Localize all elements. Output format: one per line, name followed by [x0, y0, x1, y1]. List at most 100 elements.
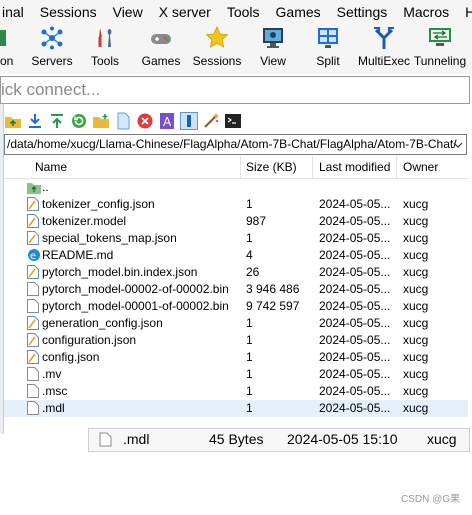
tooltip-owner: xucg: [427, 431, 457, 447]
remote-path-text: /data/home/xucg/Llama-Chinese/FlagAlpha/…: [7, 137, 457, 151]
svg-text:e: e: [30, 251, 36, 262]
cell-modified: 2024-05-05...: [319, 333, 391, 347]
table-row[interactable]: config.json 1 2024-05-05... xucg: [4, 349, 468, 366]
remote-path-field[interactable]: /data/home/xucg/Llama-Chinese/FlagAlpha/…: [4, 134, 467, 155]
table-body: .. tokenizer_config.json 1 2024-05-05... xuc…: [4, 179, 468, 417]
cell-modified: 2024-05-05...: [319, 282, 391, 296]
file-icon: [27, 367, 39, 381]
file-icon: [27, 401, 39, 415]
rename-icon[interactable]: A: [158, 112, 176, 130]
properties-icon[interactable]: [180, 112, 198, 130]
cell-size: 3 946 486: [246, 282, 300, 296]
toolbar-button-on[interactable]: on: [0, 24, 28, 74]
download-icon[interactable]: [26, 112, 44, 130]
cell-owner: xucg: [403, 282, 429, 296]
parent-folder-icon[interactable]: [4, 112, 22, 130]
table-row[interactable]: pytorch_model-00001-of-00002.bin 9 742 59…: [4, 298, 468, 315]
cell-modified: 2024-05-05...: [319, 197, 391, 211]
file-icon: [27, 316, 39, 330]
cell-size: 1: [246, 333, 253, 347]
cell-owner: xucg: [403, 401, 429, 415]
magic-wand-icon[interactable]: [202, 112, 220, 130]
menu-item-8[interactable]: Help: [457, 4, 472, 20]
cell-modified: 2024-05-05...: [319, 231, 391, 245]
cell-owner: xucg: [403, 384, 429, 398]
chevron-down-icon[interactable]: [450, 135, 466, 154]
new-file-icon[interactable]: [114, 112, 132, 130]
cell-size: 1: [246, 350, 253, 364]
cell-name: tokenizer.model: [42, 214, 127, 228]
file-icon: [99, 432, 112, 450]
menu-item-4[interactable]: Tools: [219, 4, 270, 20]
table-row[interactable]: e README.md 4 2024-05-05... xucg: [4, 247, 468, 264]
terminal-icon[interactable]: [224, 112, 242, 130]
servers-icon: [40, 26, 64, 50]
split-icon: [316, 26, 340, 50]
file-table: Name Size (KB) Last modified Owner .. tok…: [4, 156, 468, 417]
cell-name: ..: [42, 180, 49, 194]
column-header-size[interactable]: Size (KB): [246, 160, 297, 174]
table-row[interactable]: .mv 1 2024-05-05... xucg: [4, 366, 468, 383]
file-icon: [27, 265, 39, 279]
cell-size: 1: [246, 197, 253, 211]
menu-item-2[interactable]: View: [105, 4, 153, 20]
table-row[interactable]: pytorch_model.bin.index.json 26 2024-05-05…: [4, 264, 468, 281]
upload-icon[interactable]: [48, 112, 66, 130]
cell-name: pytorch_model-00001-of-00002.bin: [42, 299, 229, 313]
cell-size: 1: [246, 367, 253, 381]
table-row[interactable]: pytorch_model-00002-of-00002.bin 3 946 48…: [4, 281, 468, 298]
quick-connect-input[interactable]: ick connect...: [0, 76, 470, 104]
file-icon: [27, 282, 39, 296]
file-icon: [27, 350, 39, 364]
delete-icon[interactable]: [136, 112, 154, 130]
column-header-modified[interactable]: Last modified: [319, 160, 390, 174]
cell-owner: xucg: [403, 350, 429, 364]
cell-size: 1: [246, 384, 253, 398]
toolbar-button-label: View: [260, 54, 286, 68]
refresh-icon[interactable]: [70, 112, 88, 130]
toolbar-button-multiexec[interactable]: MultiExec: [356, 24, 412, 74]
table-row[interactable]: tokenizer.model 987 2024-05-05... xucg: [4, 213, 468, 230]
table-row[interactable]: configuration.json 1 2024-05-05... xucg: [4, 332, 468, 349]
new-folder-icon[interactable]: [92, 112, 110, 130]
menu-item-0[interactable]: inal: [0, 4, 34, 20]
cell-modified: 2024-05-05...: [319, 214, 391, 228]
cell-owner: xucg: [403, 333, 429, 347]
menu-item-5[interactable]: Games: [268, 4, 331, 20]
toolbar-button-view[interactable]: View: [246, 24, 300, 74]
menu-item-7[interactable]: Macros: [395, 4, 459, 20]
toolbar-button-tunneling[interactable]: Tunneling: [412, 24, 468, 74]
menu-bar: inal Sessions View X server Tools Games Settin…: [0, 0, 472, 24]
table-row[interactable]: .msc 1 2024-05-05... xucg: [4, 383, 468, 400]
tunnel-icon: [428, 26, 452, 50]
menu-item-1[interactable]: Sessions: [32, 4, 107, 20]
cell-name: README.md: [42, 248, 114, 262]
toolbar-button-label: MultiExec: [357, 54, 410, 68]
table-row[interactable]: special_tokens_map.json 1 2024-05-05... xuc…: [4, 230, 468, 247]
quick-connect-placeholder: ick connect...: [1, 80, 101, 99]
column-header-name[interactable]: Name: [35, 160, 67, 174]
toolbar-button-sessions[interactable]: Sessions: [188, 24, 246, 74]
table-row[interactable]: tokenizer_config.json 1 2024-05-05... xucg: [4, 196, 468, 213]
fork-icon: [372, 26, 396, 50]
menu-item-6[interactable]: Settings: [329, 4, 398, 20]
tooltip-size: 45 Bytes: [209, 431, 264, 447]
cell-size: 4: [246, 248, 253, 262]
table-row[interactable]: ..: [4, 179, 468, 196]
file-icon: [27, 333, 39, 347]
monitor-icon: [261, 26, 285, 50]
table-row[interactable]: .mdl 1 2024-05-05... xucg: [4, 400, 468, 417]
cell-name: config.json: [42, 350, 100, 364]
toolbar-button-tools[interactable]: Tools: [76, 24, 134, 74]
toolbar-button-games[interactable]: Games: [134, 24, 188, 74]
cell-name: pytorch_model-00002-of-00002.bin: [42, 282, 229, 296]
column-header-owner[interactable]: Owner: [403, 160, 438, 174]
cell-modified: 2024-05-05...: [319, 384, 391, 398]
tooltip-name: .mdl: [123, 431, 150, 447]
table-row[interactable]: generation_config.json 1 2024-05-05... xucg: [4, 315, 468, 332]
watermark: CSDN @G果: [400, 494, 460, 505]
toolbar-button-servers[interactable]: Servers: [28, 24, 76, 74]
cell-owner: xucg: [403, 316, 429, 330]
menu-item-3[interactable]: X server: [151, 4, 221, 20]
toolbar-button-split[interactable]: Split: [300, 24, 356, 74]
